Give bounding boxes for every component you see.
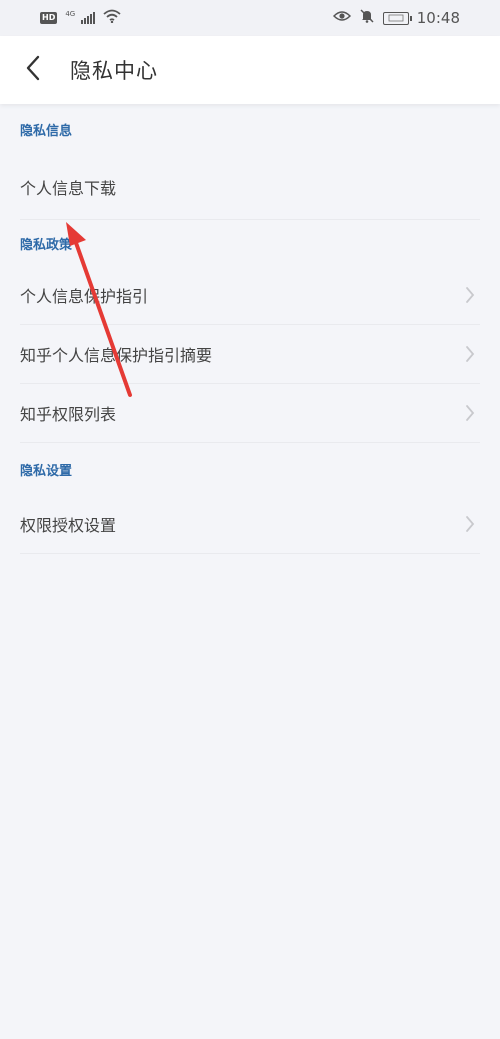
bell-muted-icon	[359, 8, 375, 28]
battery-icon	[382, 11, 412, 25]
list-item-protection-guide[interactable]: 个人信息保护指引	[20, 266, 480, 325]
header-bar: 隐私中心	[0, 36, 500, 104]
status-bar-right: 10:48	[332, 8, 460, 28]
network-type: 4G	[65, 10, 76, 18]
list-item-label: 知乎权限列表	[20, 405, 117, 424]
list-item-label: 个人信息保护指引	[20, 287, 149, 306]
list-item-personal-info-download[interactable]: 个人信息下载	[20, 154, 480, 220]
list-item-permission-settings[interactable]: 权限授权设置	[20, 495, 480, 554]
back-button[interactable]	[0, 36, 66, 104]
section-header-privacy-policy: 隐私政策	[20, 237, 73, 253]
wifi-icon	[103, 9, 121, 27]
status-time: 10:48	[416, 9, 460, 27]
eye-icon	[332, 10, 351, 26]
list-item-permission-list[interactable]: 知乎权限列表	[20, 384, 480, 443]
section-header-privacy-info: 隐私信息	[20, 123, 73, 139]
chevron-left-icon	[25, 55, 41, 85]
page-title: 隐私中心	[70, 59, 158, 83]
chevron-right-icon	[462, 286, 478, 304]
list-item-label: 个人信息下载	[20, 178, 117, 198]
list-item-protection-guide-summary[interactable]: 知乎个人信息保护指引摘要	[20, 325, 480, 384]
signal-icon	[81, 12, 96, 24]
status-bar-left: HD 4G	[40, 9, 121, 27]
settings-list: 隐私信息 个人信息下载 隐私政策 个人信息保护指引 知乎个人信息保护指引摘要 知…	[0, 104, 500, 554]
hd-badge: HD	[40, 12, 58, 24]
list-item-label: 权限授权设置	[20, 516, 117, 535]
section-header-privacy-settings: 隐私设置	[20, 463, 73, 479]
chevron-right-icon	[462, 515, 478, 533]
status-bar: HD 4G 10:48	[0, 0, 500, 36]
list-item-label: 知乎个人信息保护指引摘要	[20, 346, 213, 365]
chevron-right-icon	[462, 345, 478, 363]
chevron-right-icon	[462, 404, 478, 422]
